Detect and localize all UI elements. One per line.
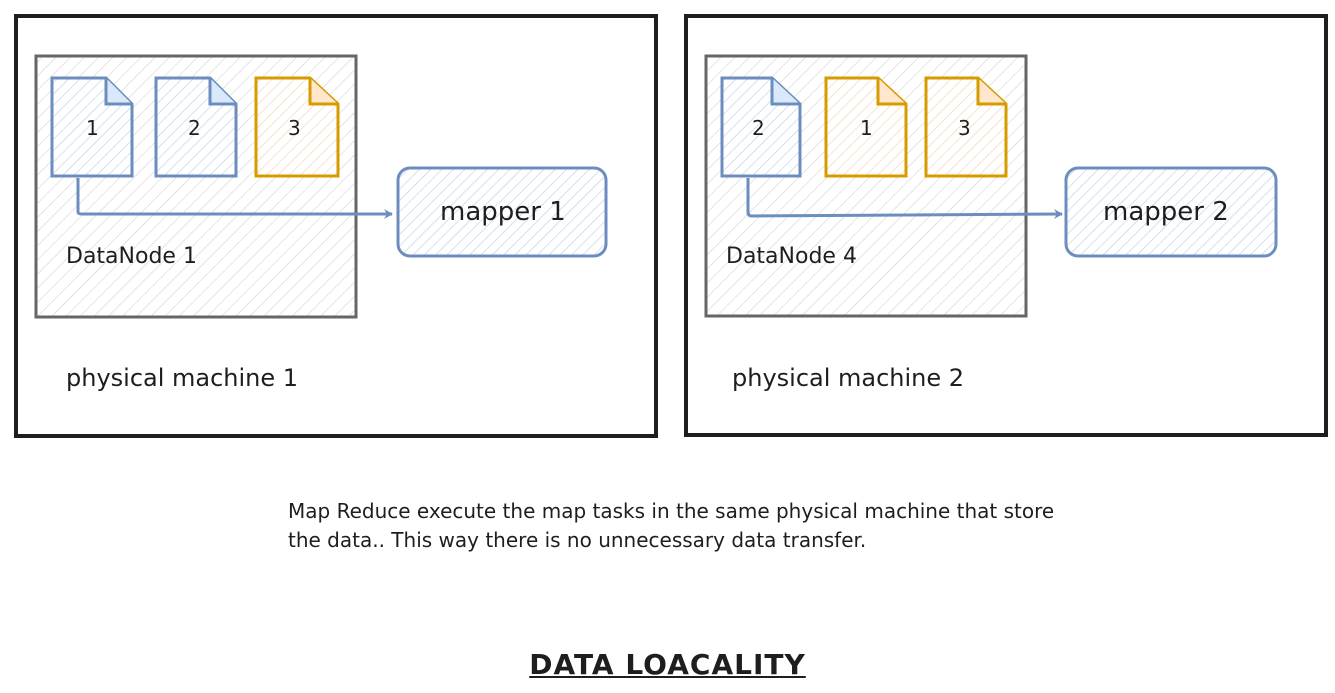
doc-number-label: 1	[860, 116, 873, 140]
mapper-2-label: mapper 2	[1103, 197, 1229, 227]
diagram-title: DATA LOACALITY	[529, 648, 806, 681]
caption-text: Map Reduce execute the map tasks in the …	[288, 499, 1055, 552]
datanode-1-label: DataNode 1	[66, 244, 197, 269]
physical-machine-2-label: physical machine 2	[732, 364, 965, 392]
mapper-1-label: mapper 1	[440, 197, 566, 227]
doc-number-label: 2	[752, 116, 765, 140]
doc-number-label: 1	[86, 116, 99, 140]
datanode-4-label: DataNode 4	[726, 244, 857, 269]
diagram-canvas	[14, 14, 1328, 438]
doc-number-label: 3	[288, 116, 301, 140]
doc-number-label: 3	[958, 116, 971, 140]
doc-number-label: 2	[188, 116, 201, 140]
physical-machine-1-label: physical machine 1	[66, 364, 299, 392]
